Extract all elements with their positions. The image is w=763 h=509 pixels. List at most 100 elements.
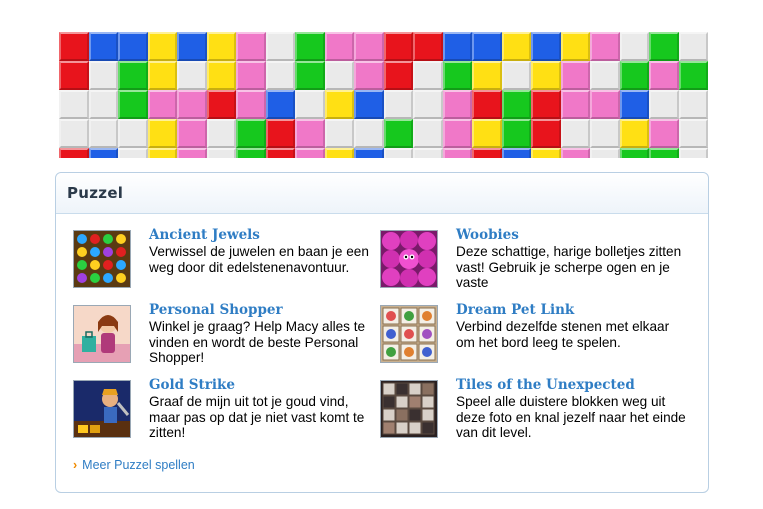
banner-tile [177, 90, 207, 119]
banner-tile [590, 32, 620, 61]
banner-tile [118, 32, 148, 61]
ancient-jewels-thumbnail[interactable] [73, 230, 131, 288]
more-link-label: Meer Puzzel spellen [82, 458, 195, 472]
banner-tile [560, 119, 590, 148]
game-title-link[interactable]: Gold Strike [149, 377, 235, 393]
puzzle-panel: Puzzel Ancient Jewels Verwissel de juwel… [55, 172, 709, 493]
puzzle-tiles-banner [59, 32, 708, 158]
banner-tile [501, 148, 531, 158]
banner-tile [501, 61, 531, 90]
banner-tile [118, 148, 148, 158]
banner-tile [442, 119, 472, 148]
banner-tile [265, 61, 295, 90]
banner-tile [531, 148, 561, 158]
game-tiles-of-the-unexpected: Tiles of the Unexpected Speel alle duist… [380, 377, 686, 450]
banner-tile [265, 90, 295, 119]
gold-strike-thumbnail[interactable] [73, 380, 131, 438]
banner-tile [560, 90, 590, 119]
banner-tile [383, 90, 413, 119]
game-title-link[interactable]: Personal Shopper [149, 302, 283, 318]
banner-tile [206, 61, 236, 90]
dream-pet-link-thumbnail[interactable] [380, 305, 438, 363]
game-description: Verbind dezelfde stenen met elkaar om he… [456, 319, 670, 350]
banner-tile [59, 119, 89, 148]
game-description: Graaf de mijn uit tot je goud vind, maar… [149, 394, 365, 440]
banner-tile [265, 32, 295, 61]
banner-tile [147, 148, 177, 158]
banner-tile [88, 90, 118, 119]
banner-tile [236, 32, 266, 61]
banner-tile [442, 148, 472, 158]
game-title-link[interactable]: Woobies [456, 227, 519, 243]
game-title-link[interactable]: Dream Pet Link [456, 302, 574, 318]
banner-tile [59, 32, 89, 61]
more-puzzle-games-link[interactable]: › Meer Puzzel spellen [73, 458, 195, 472]
game-ancient-jewels: Ancient Jewels Verwissel de juwelen en b… [73, 227, 373, 300]
banner-tile [295, 61, 325, 90]
banner-tile [147, 61, 177, 90]
banner-tile [619, 61, 649, 90]
banner-tile [472, 119, 502, 148]
banner-tile [501, 32, 531, 61]
banner-tile [413, 90, 443, 119]
game-description: Speel alle duistere blokken weg uit deze… [456, 394, 686, 440]
banner-tile [383, 148, 413, 158]
banner-tile [236, 90, 266, 119]
banner-tile [413, 119, 443, 148]
game-title-link[interactable]: Ancient Jewels [149, 227, 260, 243]
banner-tile [619, 90, 649, 119]
banner-tile [590, 61, 620, 90]
game-gold-strike: Gold Strike Graaf de mijn uit tot je gou… [73, 377, 373, 450]
banner-tile [619, 32, 649, 61]
game-title-link[interactable]: Tiles of the Unexpected [456, 377, 635, 393]
banner-tile [413, 61, 443, 90]
banner-tile [383, 32, 413, 61]
banner-tile [501, 90, 531, 119]
banner-tile [678, 32, 708, 61]
tiles-of-the-unexpected-thumbnail[interactable] [380, 380, 438, 438]
banner-tile [442, 61, 472, 90]
banner-tile [295, 90, 325, 119]
personal-shopper-thumbnail[interactable] [73, 305, 131, 363]
banner-tile [354, 32, 384, 61]
game-dream-pet-link: Dream Pet Link Verbind dezelfde stenen m… [380, 302, 680, 375]
banner-tile [59, 61, 89, 90]
banner-tile [265, 119, 295, 148]
banner-tile [678, 61, 708, 90]
banner-tile [560, 148, 590, 158]
banner-tile [354, 119, 384, 148]
banner-tile [177, 148, 207, 158]
banner-tile [88, 61, 118, 90]
banner-tile [206, 148, 236, 158]
banner-tile [88, 148, 118, 158]
banner-tile [236, 119, 266, 148]
banner-tile [354, 90, 384, 119]
banner-tile [649, 90, 679, 119]
banner-tile [324, 90, 354, 119]
banner-tile [619, 148, 649, 158]
banner-tile [177, 61, 207, 90]
banner-tile [324, 32, 354, 61]
woobies-thumbnail[interactable] [380, 230, 438, 288]
game-description: Winkel je graag? Help Macy alles te vind… [149, 319, 366, 365]
game-woobies: Woobies Deze schattige, harige bolletjes… [380, 227, 681, 300]
banner-tile [88, 32, 118, 61]
banner-tile [531, 90, 561, 119]
banner-tile [383, 61, 413, 90]
banner-tile [324, 148, 354, 158]
banner-tile [324, 119, 354, 148]
banner-tile [472, 61, 502, 90]
banner-tile [590, 148, 620, 158]
panel-header: Puzzel [56, 173, 708, 214]
banner-tile [177, 119, 207, 148]
game-description: Deze schattige, harige bolletjes zitten … [456, 244, 682, 290]
panel-title: Puzzel [67, 184, 124, 202]
banner-tile [590, 90, 620, 119]
banner-tile [413, 148, 443, 158]
banner-tile [59, 148, 89, 158]
banner-tile [206, 119, 236, 148]
game-description: Verwissel de juwelen en baan je een weg … [149, 244, 369, 275]
banner-tile [354, 148, 384, 158]
banner-tile [118, 90, 148, 119]
banner-tile [531, 119, 561, 148]
